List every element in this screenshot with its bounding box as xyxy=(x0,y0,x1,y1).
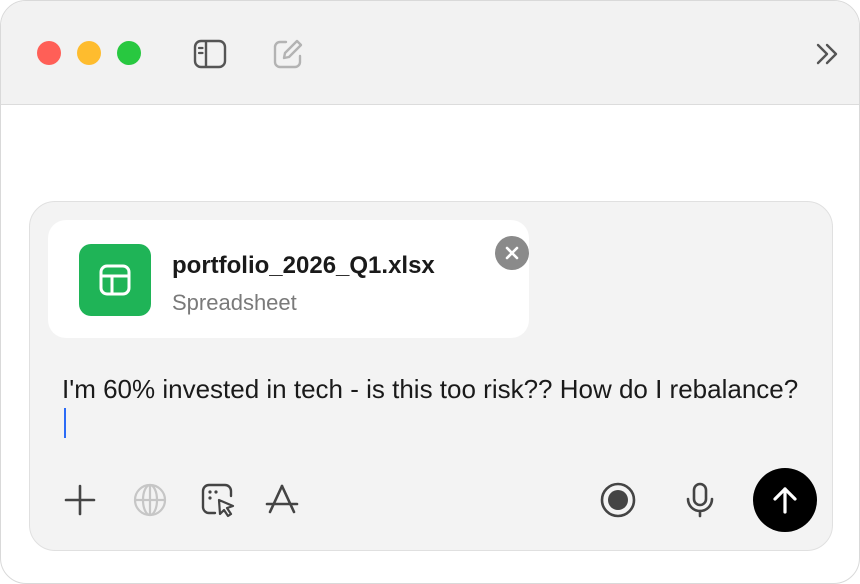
sidebar-toggle-button[interactable] xyxy=(192,36,228,72)
close-window-button[interactable] xyxy=(37,41,61,65)
record-button[interactable] xyxy=(598,480,638,520)
attachment-file-name: portfolio_2026_Q1.xlsx xyxy=(172,252,435,279)
select-tool-button[interactable] xyxy=(198,480,238,520)
sidebar-toggle-icon xyxy=(193,39,227,69)
apps-button[interactable] xyxy=(262,480,302,520)
record-icon xyxy=(600,482,636,518)
expand-button[interactable] xyxy=(809,36,845,72)
web-search-button[interactable] xyxy=(130,480,170,520)
message-input[interactable]: I'm 60% invested in tech - is this too r… xyxy=(62,372,802,440)
close-icon xyxy=(505,246,519,260)
text-caret xyxy=(64,408,66,438)
chevron-double-right-icon xyxy=(816,43,838,65)
select-cursor-icon xyxy=(201,483,235,518)
spreadsheet-icon xyxy=(79,244,151,316)
globe-icon xyxy=(133,483,167,517)
attachment-file-type: Spreadsheet xyxy=(172,290,297,315)
new-chat-button[interactable] xyxy=(270,36,306,72)
minimize-window-button[interactable] xyxy=(77,41,101,65)
message-composer: portfolio_2026_Q1.xlsx Spreadsheet I'm 6… xyxy=(29,201,833,551)
app-window: portfolio_2026_Q1.xlsx Spreadsheet I'm 6… xyxy=(0,0,860,584)
app-store-icon xyxy=(265,484,299,514)
send-button[interactable] xyxy=(753,468,817,532)
add-button[interactable] xyxy=(60,480,100,520)
microphone-button[interactable] xyxy=(680,480,720,520)
compose-icon xyxy=(273,39,303,69)
titlebar xyxy=(1,1,859,105)
microphone-icon xyxy=(686,482,714,518)
send-arrow-icon xyxy=(773,487,797,514)
message-text: I'm 60% invested in tech - is this too r… xyxy=(62,374,799,404)
maximize-window-button[interactable] xyxy=(117,41,141,65)
remove-attachment-button[interactable] xyxy=(495,236,529,270)
plus-icon xyxy=(64,484,96,516)
file-attachment-card[interactable]: portfolio_2026_Q1.xlsx Spreadsheet xyxy=(48,220,529,338)
